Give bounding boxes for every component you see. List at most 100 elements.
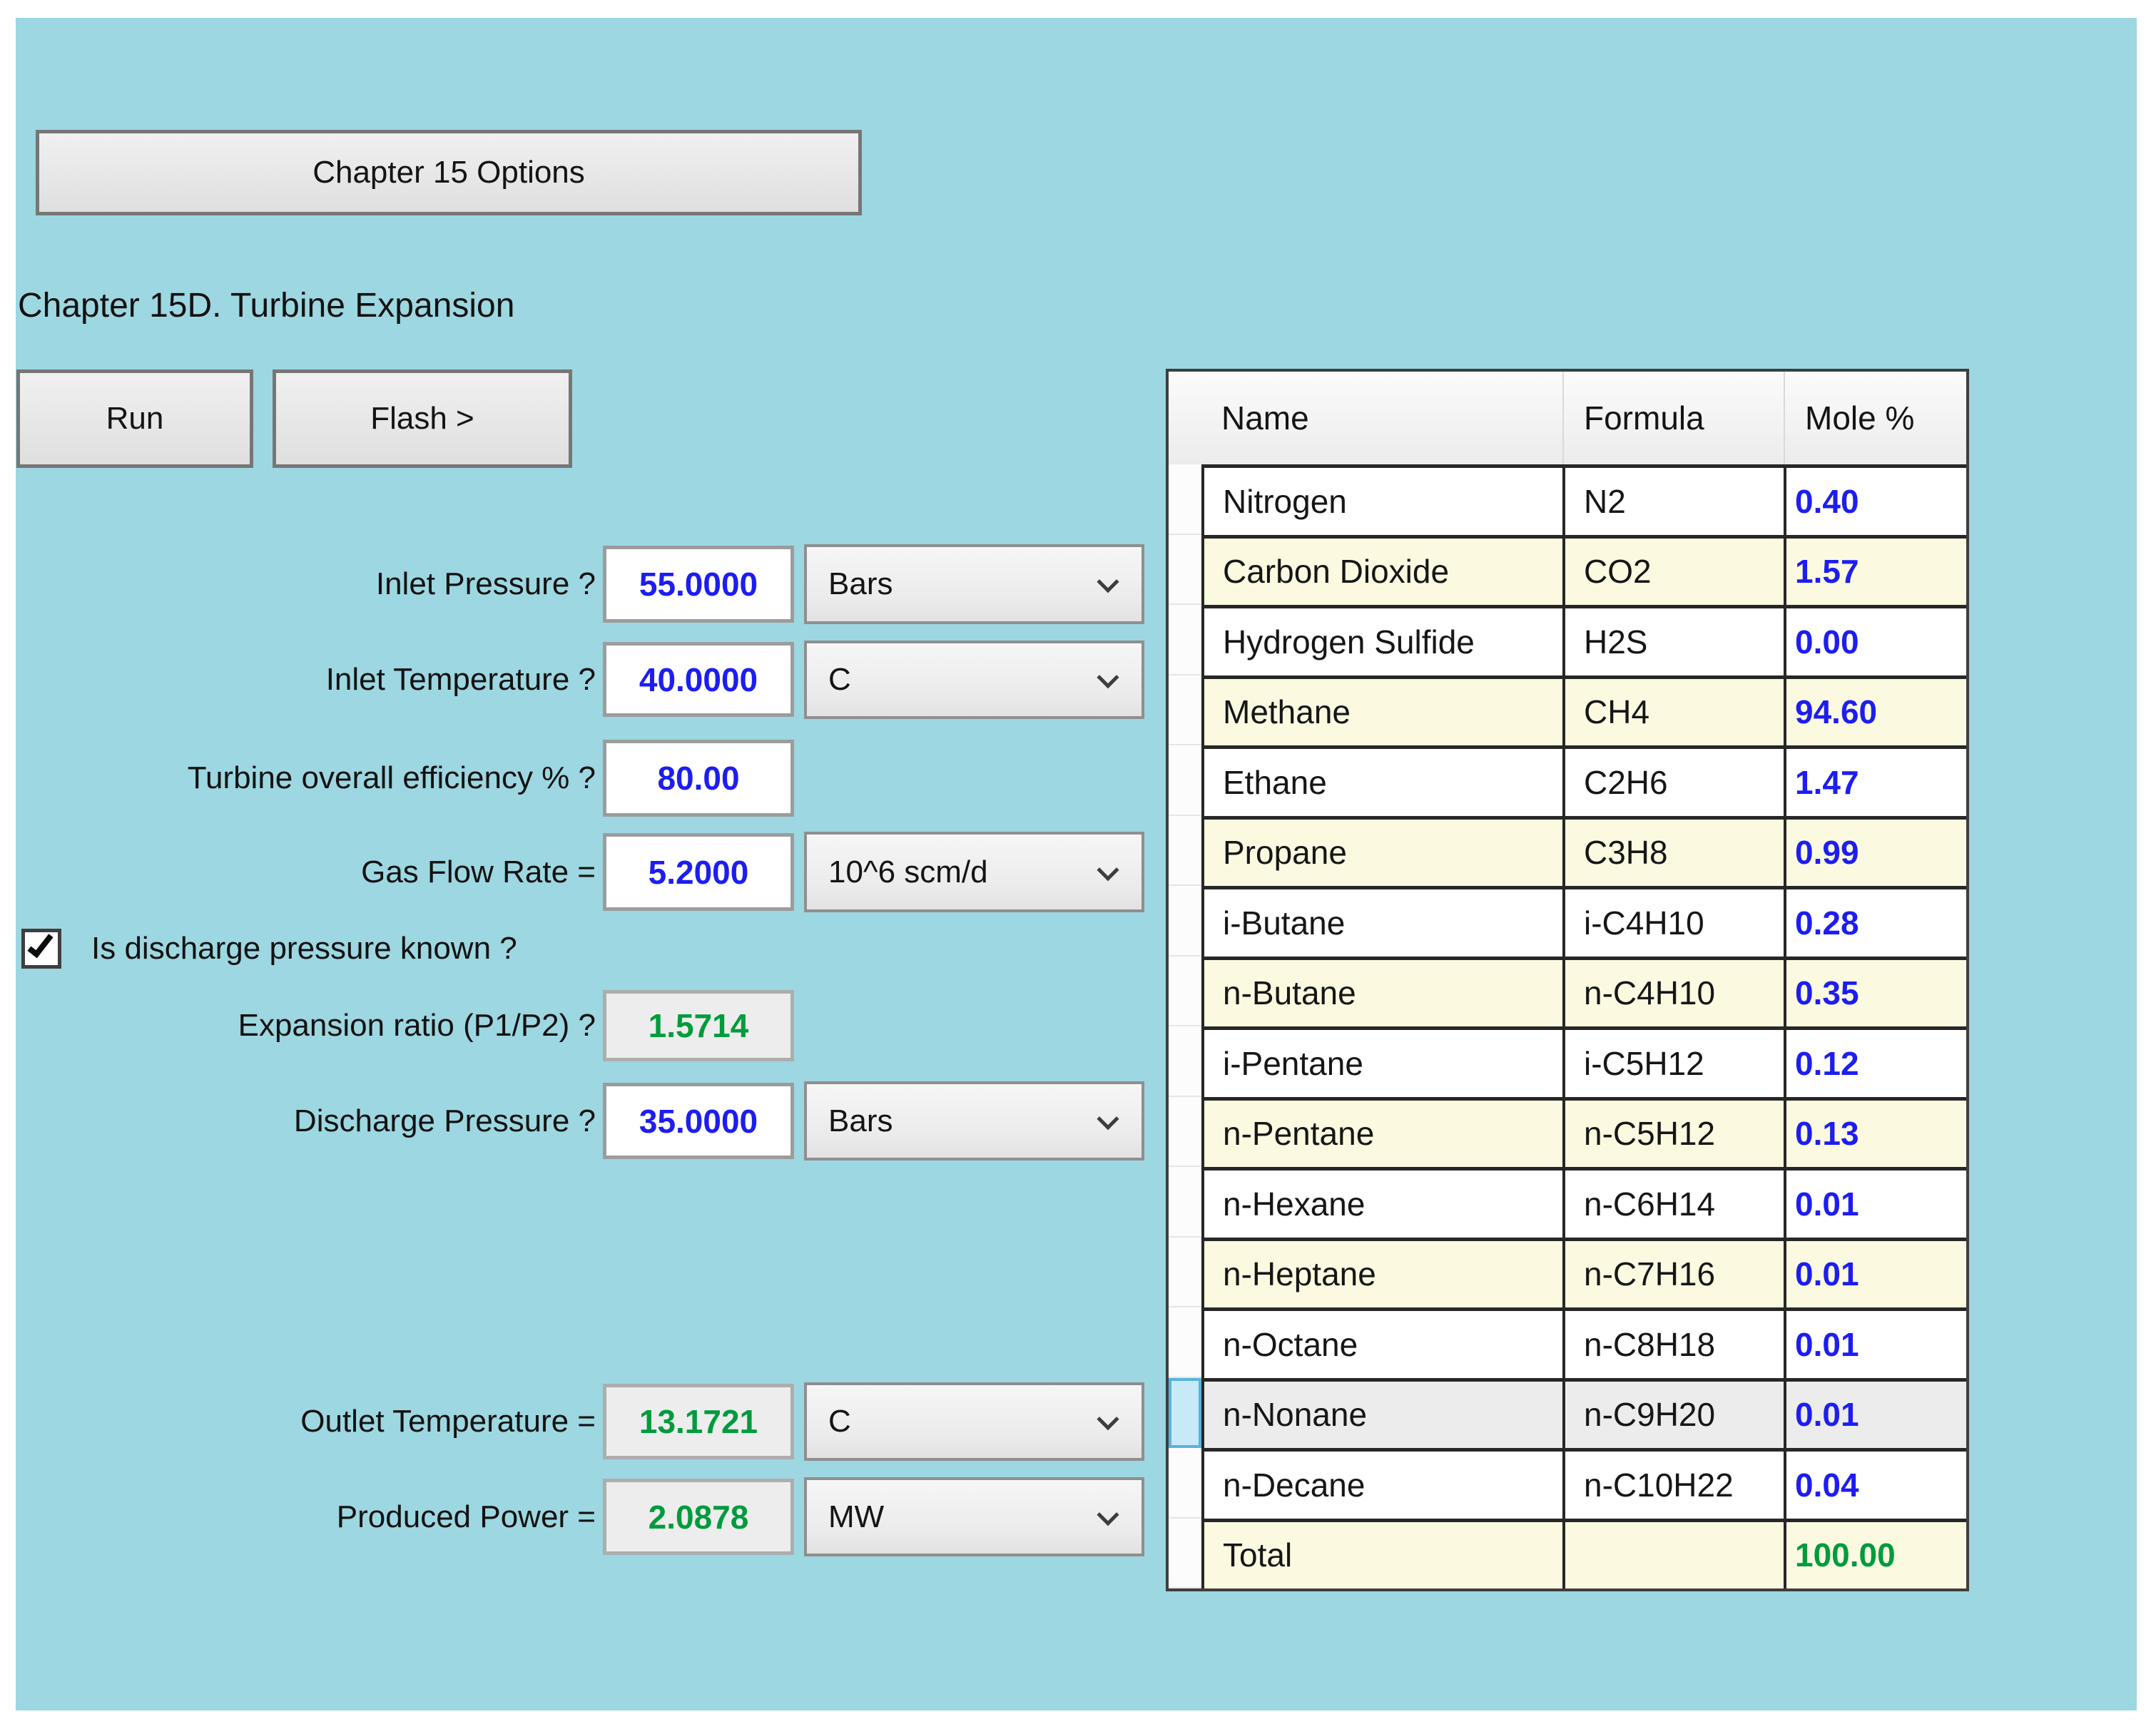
chapter-15-options-button[interactable]: Chapter 15 Options	[36, 130, 862, 215]
table-cell-mole[interactable]: 0.12	[1784, 1026, 1966, 1097]
row-header[interactable]	[1169, 464, 1201, 535]
row-header[interactable]	[1169, 886, 1201, 957]
table-cell-name[interactable]: n-Butane	[1201, 957, 1562, 1027]
table-cell-mole[interactable]: 0.99	[1784, 816, 1966, 887]
unit-label: Bars	[828, 566, 893, 602]
row-header[interactable]	[1169, 957, 1201, 1027]
table-cell-mole[interactable]: 94.60	[1784, 675, 1966, 746]
table-cell-mole[interactable]: 100.00	[1784, 1519, 1966, 1589]
expansion-ratio-output[interactable]	[603, 990, 794, 1061]
table-cell-name[interactable]: n-Pentane	[1201, 1097, 1562, 1168]
gas-flow-rate-unit-dropdown[interactable]: 10^6 scm/d	[804, 832, 1144, 912]
table-cell-formula[interactable]: i-C5H12	[1562, 1026, 1784, 1097]
outlet-temperature-unit-dropdown[interactable]: C	[804, 1382, 1144, 1461]
unit-label: C	[828, 1404, 851, 1439]
table-cell-formula[interactable]: n-C9H20	[1562, 1378, 1784, 1449]
outlet-temperature-label: Outlet Temperature =	[0, 1384, 596, 1459]
discharge-pressure-unit-dropdown[interactable]: Bars	[804, 1081, 1144, 1161]
turbine-efficiency-input[interactable]	[603, 740, 794, 817]
table-cell-mole[interactable]: 0.01	[1784, 1378, 1966, 1449]
inlet-pressure-input[interactable]	[603, 546, 794, 623]
row-header[interactable]	[1169, 816, 1201, 887]
checkmark-icon	[27, 930, 53, 959]
table-cell-name[interactable]: n-Hexane	[1201, 1167, 1562, 1238]
row-header[interactable]	[1169, 1448, 1201, 1519]
inlet-temperature-input[interactable]	[603, 642, 794, 717]
table-cell-formula[interactable]: n-C5H12	[1562, 1097, 1784, 1168]
table-cell-mole[interactable]: 0.13	[1784, 1097, 1966, 1168]
table-cell-name[interactable]: n-Heptane	[1201, 1238, 1562, 1308]
row-header[interactable]	[1169, 1519, 1201, 1589]
column-header-formula[interactable]: Formula	[1562, 372, 1784, 464]
table-cell-formula[interactable]: CH4	[1562, 675, 1784, 746]
discharge-pressure-known-checkbox[interactable]	[21, 929, 61, 969]
table-cell-name[interactable]: i-Pentane	[1201, 1026, 1562, 1097]
table-cell-name[interactable]: Total	[1201, 1519, 1562, 1589]
row-header[interactable]	[1169, 1167, 1201, 1238]
table-cell-formula[interactable]: C2H6	[1562, 745, 1784, 816]
flash-button[interactable]: Flash >	[273, 369, 572, 468]
table-cell-formula[interactable]: n-C10H22	[1562, 1448, 1784, 1519]
page-title: Chapter 15D. Turbine Expansion	[18, 282, 1088, 329]
column-header-name[interactable]: Name	[1201, 372, 1562, 464]
table-cell-mole[interactable]: 0.28	[1784, 886, 1966, 957]
table-cell-name[interactable]: Methane	[1201, 675, 1562, 746]
inlet-temperature-unit-dropdown[interactable]: C	[804, 641, 1144, 719]
row-header[interactable]	[1169, 675, 1201, 746]
unit-label: 10^6 scm/d	[828, 855, 988, 890]
row-header[interactable]	[1169, 1238, 1201, 1308]
table-cell-mole[interactable]: 0.01	[1784, 1307, 1966, 1378]
unit-label: C	[828, 662, 851, 698]
table-cell-formula[interactable]: n-C8H18	[1562, 1307, 1784, 1378]
table-cell-name[interactable]: n-Octane	[1201, 1307, 1562, 1378]
produced-power-unit-dropdown[interactable]: MW	[804, 1477, 1144, 1556]
row-header[interactable]	[1169, 535, 1201, 606]
table-cell-formula[interactable]: C3H8	[1562, 816, 1784, 887]
run-button[interactable]: Run	[16, 369, 253, 468]
table-cell-mole[interactable]: 0.40	[1784, 464, 1966, 535]
table-cell-name[interactable]: Nitrogen	[1201, 464, 1562, 535]
row-header[interactable]	[1169, 745, 1201, 816]
table-cell-mole[interactable]: 0.35	[1784, 957, 1966, 1027]
table-cell-name[interactable]: i-Butane	[1201, 886, 1562, 957]
outlet-temperature-output[interactable]	[603, 1384, 794, 1459]
table-cell-mole[interactable]: 0.04	[1784, 1448, 1966, 1519]
table-cell-formula[interactable]: H2S	[1562, 605, 1784, 675]
table-cell-formula[interactable]: i-C4H10	[1562, 886, 1784, 957]
chevron-down-icon	[1097, 1504, 1119, 1526]
turbine-efficiency-label: Turbine overall efficiency % ?	[0, 740, 596, 817]
chevron-down-icon	[1097, 571, 1119, 593]
table-cell-formula[interactable]	[1562, 1519, 1784, 1589]
table-cell-formula[interactable]: n-C4H10	[1562, 957, 1784, 1027]
table-cell-formula[interactable]: N2	[1562, 464, 1784, 535]
table-cell-mole[interactable]: 0.01	[1784, 1238, 1966, 1308]
table-cell-mole[interactable]: 0.01	[1784, 1167, 1966, 1238]
row-header-selected[interactable]	[1169, 1378, 1201, 1449]
gas-flow-rate-input[interactable]	[603, 833, 794, 911]
discharge-pressure-input[interactable]	[603, 1083, 794, 1159]
table-cell-mole[interactable]: 1.57	[1784, 535, 1966, 606]
table-cell-formula[interactable]: n-C7H16	[1562, 1238, 1784, 1308]
table-corner-header[interactable]	[1169, 372, 1201, 464]
produced-power-output[interactable]	[603, 1479, 794, 1555]
table-cell-formula[interactable]: CO2	[1562, 535, 1784, 606]
table-cell-name[interactable]: n-Decane	[1201, 1448, 1562, 1519]
table-cell-formula[interactable]: n-C6H14	[1562, 1167, 1784, 1238]
row-header[interactable]	[1169, 1097, 1201, 1168]
table-cell-mole[interactable]: 0.00	[1784, 605, 1966, 675]
unit-label: Bars	[828, 1103, 893, 1139]
row-header[interactable]	[1169, 605, 1201, 675]
table-cell-name[interactable]: Propane	[1201, 816, 1562, 887]
row-header[interactable]	[1169, 1026, 1201, 1097]
column-header-mole[interactable]: Mole %	[1784, 372, 1966, 464]
table-cell-mole[interactable]: 1.47	[1784, 745, 1966, 816]
row-header[interactable]	[1169, 1307, 1201, 1378]
table-cell-name[interactable]: Carbon Dioxide	[1201, 535, 1562, 606]
table-cell-name[interactable]: Hydrogen Sulfide	[1201, 605, 1562, 675]
inlet-pressure-unit-dropdown[interactable]: Bars	[804, 544, 1144, 624]
table-cell-name[interactable]: Ethane	[1201, 745, 1562, 816]
gas-flow-rate-label: Gas Flow Rate =	[0, 833, 596, 911]
chevron-down-icon	[1097, 1408, 1119, 1430]
table-cell-name[interactable]: n-Nonane	[1201, 1378, 1562, 1449]
inlet-temperature-label: Inlet Temperature ?	[0, 642, 596, 717]
